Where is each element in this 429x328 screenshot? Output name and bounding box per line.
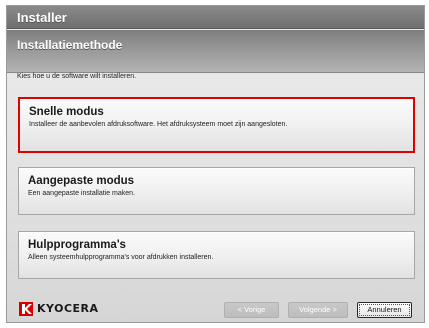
instruction-text: Kies hoe u de software wilt installeren.: [17, 73, 137, 80]
page-title: Installatiemethode: [17, 38, 123, 52]
cancel-button-label: Annuleren: [359, 304, 410, 316]
kyocera-logo: KYOCERA: [19, 302, 109, 316]
option-quick-mode[interactable]: Snelle modus Installeer de aanbevolen af…: [18, 97, 415, 153]
option-custom-mode[interactable]: Aangepaste modus Een aangepaste installa…: [18, 167, 415, 215]
back-button[interactable]: < Vorige: [224, 302, 279, 318]
footer-bar: KYOCERA < Vorige Volgende > Annuleren: [7, 294, 424, 322]
option-utilities[interactable]: Hulpprogramma's Alleen systeemhulpprogra…: [18, 231, 415, 279]
window-title: Installer: [17, 10, 67, 25]
installer-frame: Installer Installatiemethode Kies hoe u …: [6, 5, 425, 323]
option-description: Installeer de aanbevolen afdruksoftware.…: [29, 121, 288, 128]
option-description: Alleen systeemhulpprogramma's voor afdru…: [28, 254, 214, 261]
next-button[interactable]: Volgende >: [288, 302, 348, 318]
option-description: Een aangepaste installatie maken.: [28, 190, 136, 197]
option-title: Snelle modus: [29, 106, 104, 118]
cancel-button[interactable]: Annuleren: [357, 302, 412, 318]
kyocera-mark-icon: [19, 302, 33, 316]
installer-window: Installer Installatiemethode Kies hoe u …: [0, 0, 429, 328]
title-bar: Installer: [7, 6, 424, 29]
option-title: Aangepaste modus: [28, 175, 135, 187]
logo-text: KYOCERA: [37, 302, 99, 315]
option-title: Hulpprogramma's: [28, 239, 126, 251]
header-band: Installatiemethode: [7, 30, 424, 73]
